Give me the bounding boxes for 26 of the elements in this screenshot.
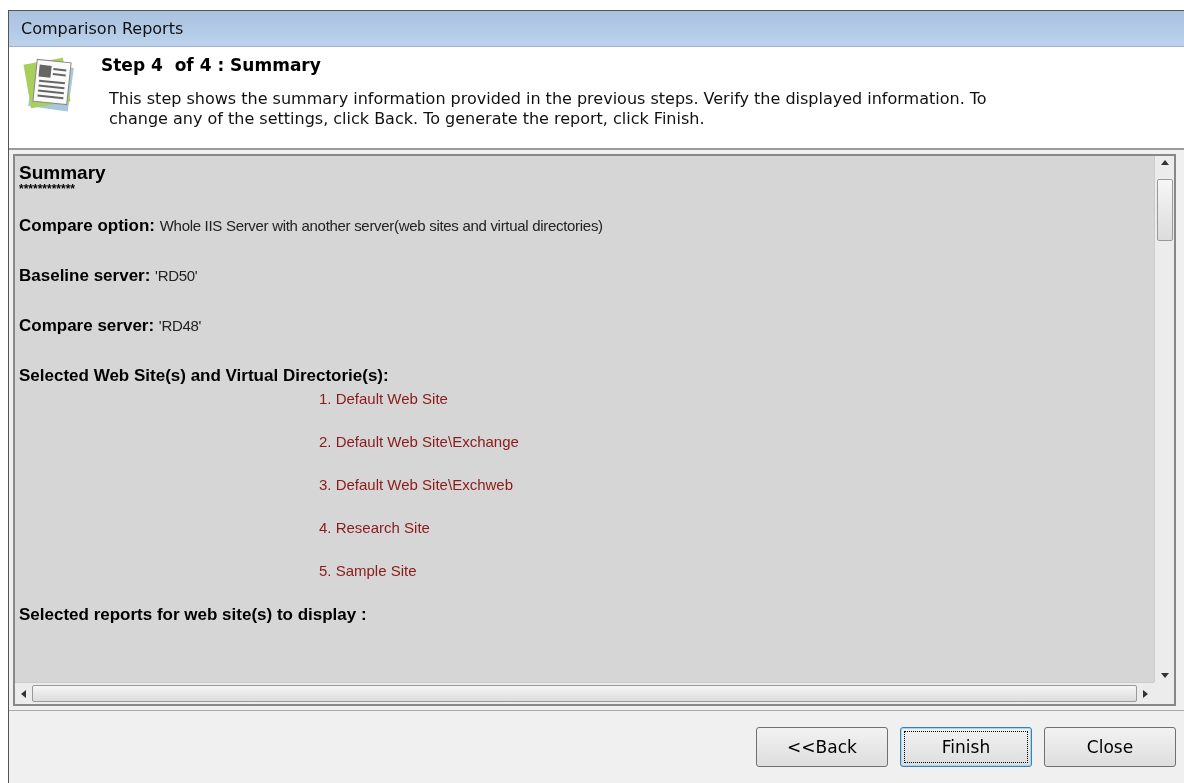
left-arrow-icon[interactable]: [21, 689, 26, 698]
summary-heading: Summary: [19, 162, 107, 184]
site-item: 4. Research Site: [318, 519, 431, 536]
summary-field: Compare server: 'RD48': [19, 316, 1150, 336]
scroll-thumb[interactable]: [1156, 179, 1173, 241]
dialog-button[interactable]: Close: [1044, 727, 1176, 767]
scroll-thumb[interactable]: [32, 685, 1137, 702]
site-item: 2. Default Web Site\Exchange: [318, 433, 520, 450]
horizontal-scrollbar[interactable]: [15, 682, 1154, 704]
reports-heading: Selected reports for web site(s) to display :: [19, 605, 368, 625]
window-title: Comparison Reports: [9, 11, 1184, 47]
site-item: 5. Sample Site: [318, 562, 418, 579]
dialog-button[interactable]: <<Back: [756, 727, 888, 767]
step-title: Step 4 of 4 : Summary: [101, 55, 322, 75]
sites-heading: Selected Web Site(s) and Virtual Directorie(s):: [19, 366, 390, 386]
right-arrow-icon[interactable]: [1143, 689, 1148, 698]
dialog-button[interactable]: Finish: [900, 727, 1032, 767]
summary-field: Compare option: Whole IIS Server with another server(web sites and virtual directories): [19, 216, 1150, 236]
down-arrow-icon[interactable]: [1160, 673, 1169, 678]
site-item: 1. Default Web Site: [318, 390, 449, 407]
site-item: 3. Default Web Site\Exchweb: [318, 476, 514, 493]
summary-field: Baseline server: 'RD50': [19, 266, 1150, 286]
step-description: This step shows the summary information provided in the previous steps. Verify the displayed information. To change any of the settings, click Back. To generate the report, click Finish.: [108, 89, 988, 129]
vertical-scrollbar[interactable]: [1154, 156, 1174, 682]
up-arrow-icon[interactable]: [1160, 160, 1169, 165]
asterisk-rule: ************: [19, 184, 76, 194]
